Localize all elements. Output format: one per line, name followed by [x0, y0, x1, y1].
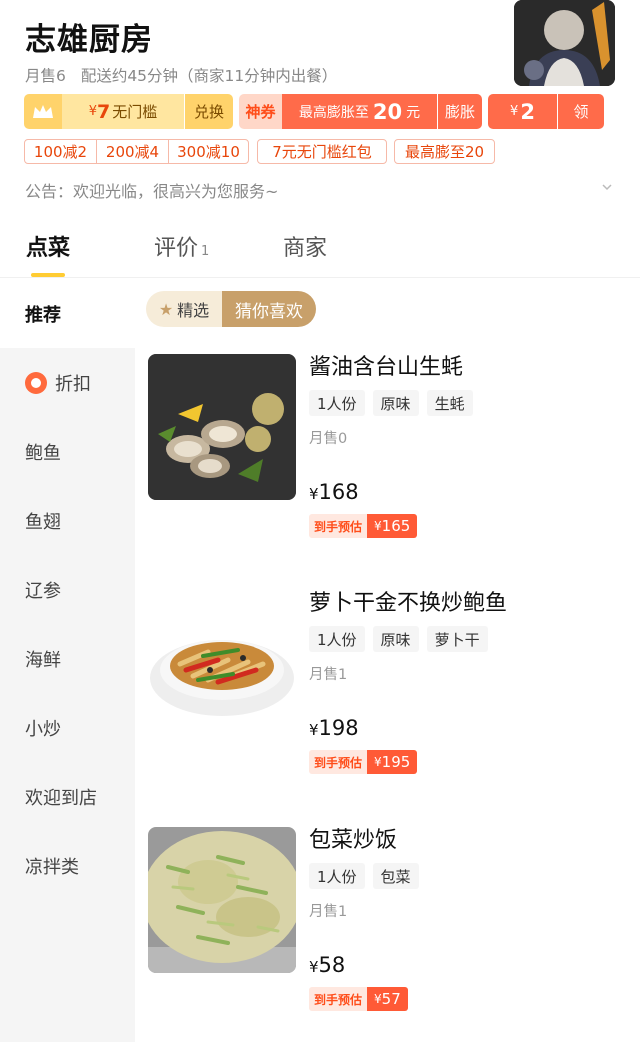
vip-coupon-amount: 7 — [97, 100, 111, 123]
vip-coupon-label: 无门槛 — [112, 103, 158, 121]
store-notice[interactable]: 公告：欢迎光临，很高兴为您服务~ — [25, 178, 278, 202]
tab-reviews[interactable]: 评价 1 — [154, 230, 209, 262]
expand-button[interactable]: 膨胀 — [438, 94, 482, 129]
store-meta: 月售6 配送约45分钟（商家11分钟内出餐） — [25, 64, 347, 86]
store-name: 志雄厨房 — [25, 22, 153, 58]
dish-item[interactable]: 包菜炒饭 1人份 包菜 月售1 ¥58 到手预估 ¥57 — [148, 827, 628, 1042]
location-pin-icon — [25, 371, 47, 394]
sidebar-item-shark-fin[interactable]: 鱼翅 — [0, 486, 135, 555]
sidebar-item-seafood[interactable]: 海鲜 — [0, 624, 135, 693]
discount-tag[interactable]: 最高膨至20 — [394, 139, 495, 164]
dish-estimated-price: 到手预估 ¥195 — [309, 750, 418, 774]
discount-tag: 300减10 — [177, 143, 240, 161]
delivery-info: 配送约45分钟（商家11分钟内出餐） — [80, 67, 338, 85]
dish-tag: 1人份 — [309, 626, 365, 652]
dish-image-abalone[interactable] — [148, 590, 296, 736]
discount-tag[interactable]: 7元无门槛红包 — [257, 139, 387, 164]
crown-icon — [24, 94, 62, 129]
tab-order[interactable]: 点菜 — [26, 230, 70, 262]
dish-monthly-sales: 月售0 — [309, 431, 348, 447]
full-reduction-group[interactable]: 100减2 200减4 300减10 — [24, 139, 249, 164]
dish-price: ¥168 — [309, 480, 359, 504]
tab-underline — [31, 273, 65, 277]
dish-tags: 1人份 原味 生蚝 — [309, 390, 481, 416]
dish-name: 包菜炒饭 — [309, 828, 398, 853]
dish-tag: 包菜 — [372, 863, 419, 889]
dish-image-fried-rice[interactable] — [148, 827, 296, 973]
sidebar-item-discount[interactable]: 折扣 — [0, 348, 135, 417]
tab-merchant[interactable]: 商家 — [283, 230, 327, 262]
guess-you-like-tag: 猜你喜欢 — [222, 291, 316, 327]
star-icon: ★ — [158, 299, 174, 319]
dish-tag: 萝卜干 — [426, 626, 488, 652]
take-coupon-button[interactable]: 领 — [558, 94, 604, 129]
sidebar-item-sea-cucumber[interactable]: 辽参 — [0, 555, 135, 624]
dish-tag: 生蚝 — [426, 390, 473, 416]
dish-name: 酱油含台山生蚝 — [309, 355, 464, 380]
dish-monthly-sales: 月售1 — [309, 667, 348, 683]
dish-image-oysters[interactable] — [148, 354, 296, 500]
dish-name: 萝卜干金不换炒鲍鱼 — [309, 591, 508, 616]
shen-coupon-label: 神券 — [239, 94, 282, 129]
vip-coupon[interactable]: ¥ 7 无门槛 — [62, 94, 184, 129]
category-sidebar: 推荐 折扣 鲍鱼 鱼翅 辽参 海鲜 小炒 欢迎到店 凉拌类 — [0, 279, 135, 1042]
dish-list: ★ 精选 猜你喜欢 酱油含台山生蚝 1人份 原味 生蚝 月售0 ¥168 到手预… — [135, 279, 640, 1042]
small-coupon[interactable]: ¥ 2 — [488, 94, 557, 129]
sidebar-item-cold-dishes[interactable]: 凉拌类 — [0, 831, 135, 900]
review-count: 1 — [201, 244, 210, 259]
chevron-down-icon[interactable] — [600, 180, 614, 194]
dish-tag: 原味 — [372, 390, 419, 416]
monthly-sales: 月售6 — [25, 67, 66, 85]
sidebar-item-recommend[interactable]: 推荐 — [0, 279, 135, 348]
discount-tag: 100减2 — [25, 140, 97, 163]
dish-tags: 1人份 包菜 — [309, 863, 427, 889]
dish-item[interactable]: 萝卜干金不换炒鲍鱼 1人份 原味 萝卜干 月售1 ¥198 到手预估 ¥195 — [148, 590, 628, 810]
dish-estimated-price: 到手预估 ¥165 — [309, 514, 418, 538]
sidebar-item-stir-fry[interactable]: 小炒 — [0, 693, 135, 762]
store-logo[interactable] — [514, 0, 615, 86]
dish-estimated-price: 到手预估 ¥57 — [309, 987, 408, 1011]
exchange-button[interactable]: 兑换 — [185, 94, 233, 129]
section-tags: ★ 精选 猜你喜欢 — [146, 291, 316, 327]
sidebar-item-welcome[interactable]: 欢迎到店 — [0, 762, 135, 831]
discount-tag: 200减4 — [97, 140, 169, 163]
sidebar-item-abalone[interactable]: 鲍鱼 — [0, 417, 135, 486]
dish-monthly-sales: 月售1 — [309, 904, 348, 920]
dish-price: ¥58 — [309, 953, 346, 977]
dish-item[interactable]: 酱油含台山生蚝 1人份 原味 生蚝 月售0 ¥168 到手预估 ¥165 — [148, 354, 628, 574]
tab-bar: 点菜 评价 1 商家 — [0, 220, 640, 278]
dish-tags: 1人份 原味 萝卜干 — [309, 626, 496, 652]
dish-tag: 原味 — [372, 626, 419, 652]
coupon-row: ¥ 7 无门槛 兑换 神券 最高膨胀至 20 元 膨胀 ¥ 2 领 — [24, 94, 624, 129]
dish-tag: 1人份 — [309, 863, 365, 889]
dish-tag: 1人份 — [309, 390, 365, 416]
store-header: 志雄厨房 月售6 配送约45分钟（商家11分钟内出餐） ¥ 7 无门槛 兑换 神… — [0, 0, 640, 215]
max-expand-info: 最高膨胀至 20 元 — [282, 94, 437, 129]
dish-price: ¥198 — [309, 716, 359, 740]
featured-tag: ★ 精选 — [146, 291, 222, 327]
